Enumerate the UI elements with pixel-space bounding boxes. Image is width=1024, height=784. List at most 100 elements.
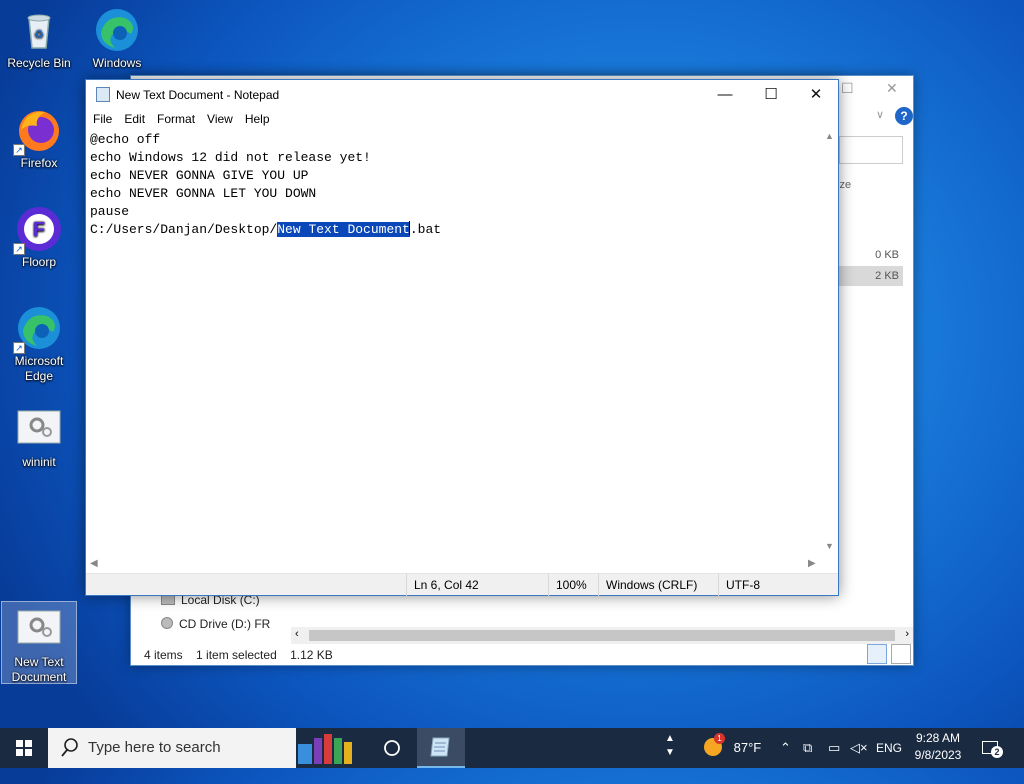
weather-sun-icon: 1 xyxy=(704,733,725,756)
details-view-icon[interactable] xyxy=(867,644,887,664)
menu-help[interactable]: Help xyxy=(238,109,275,129)
window-title: New Text Document - Notepad xyxy=(116,88,280,102)
desktop-icon-label: New Text Document xyxy=(11,655,67,684)
gear-file-icon xyxy=(15,405,63,453)
minimize-button[interactable]: — xyxy=(702,80,748,109)
search-icon xyxy=(61,738,78,757)
notepad-status-bar: Ln 6, Col 42 100% Windows (CRLF) UTF-8 xyxy=(86,573,838,596)
language-indicator[interactable]: ENG xyxy=(876,728,902,768)
item-count: 4 items xyxy=(144,648,183,662)
maximize-icon: ☐ xyxy=(764,86,778,103)
desktop-icon-label: Microsoft Edge xyxy=(14,354,64,383)
editor-line: echo NEVER GONNA GIVE YOU UP xyxy=(90,168,309,183)
encoding: UTF-8 xyxy=(718,574,836,596)
path-prefix: C:/Users/Danjan/Desktop/ xyxy=(90,222,278,237)
task-view-button[interactable] xyxy=(368,728,416,768)
menu-file[interactable]: File xyxy=(86,109,117,129)
scroll-left-icon[interactable]: ‹ xyxy=(295,628,299,640)
text-editor[interactable]: @echo off echo Windows 12 did not release… xyxy=(86,129,822,557)
file-size: 0 KB xyxy=(875,249,899,261)
editor-line: pause xyxy=(90,204,130,219)
chevron-up-icon: ⌃ xyxy=(780,740,791,755)
task-view-icon xyxy=(384,740,400,756)
selection-size: 1.12 KB xyxy=(290,648,333,662)
minimize-icon: — xyxy=(717,86,733,103)
editor-line: echo NEVER GONNA LET YOU DOWN xyxy=(90,186,317,201)
volume-button[interactable]: ◁× xyxy=(850,728,868,768)
menu-edit[interactable]: Edit xyxy=(117,109,150,129)
desktop-icon-windows[interactable]: Windows xyxy=(79,6,155,71)
meet-now-button[interactable]: ▭ xyxy=(828,728,840,768)
recycle-bin-icon: ♻ xyxy=(15,6,63,54)
desktop-icon-label: wininit xyxy=(22,455,56,469)
chevron-down-icon[interactable]: ∨ xyxy=(876,108,884,121)
edge-icon: ↗ xyxy=(13,304,63,354)
desktop-icon-recycle-bin[interactable]: ♻ Recycle Bin xyxy=(1,6,77,71)
scrollbar-thumb[interactable] xyxy=(309,630,895,641)
shortcut-arrow-icon: ↗ xyxy=(13,144,25,156)
desktop-icon-floorp[interactable]: F ↗ Floorp xyxy=(1,205,77,270)
close-button[interactable]: ✕ xyxy=(793,80,839,109)
scroll-down-icon[interactable]: ▼ xyxy=(825,541,834,551)
weather-widget[interactable]: 1 87°F xyxy=(704,728,774,768)
search-highlight-books-icon xyxy=(298,734,352,764)
maximize-icon[interactable]: ☐ xyxy=(841,80,854,97)
notification-count: 2 xyxy=(991,746,1003,758)
taskbar-notepad[interactable] xyxy=(417,728,465,768)
nav-item-label: CD Drive (D:) FR xyxy=(179,617,271,631)
windows-logo-icon xyxy=(16,740,32,756)
menu-view[interactable]: View xyxy=(200,109,238,129)
svg-text:F: F xyxy=(33,219,45,241)
desktop-icon-microsoft-edge[interactable]: ↗ Microsoft Edge xyxy=(1,304,77,384)
explorer-status-bar: 4 items 1 item selected 1.12 KB xyxy=(131,644,913,666)
clock-time: 9:28 AM xyxy=(915,731,961,745)
network-icon: ⧉ xyxy=(803,740,813,755)
close-icon: ✕ xyxy=(809,86,823,103)
desktop-icon-label: Recycle Bin xyxy=(7,56,71,70)
search-box[interactable]: Type here to search xyxy=(48,728,352,768)
menu-format[interactable]: Format xyxy=(150,109,200,129)
desktop-icon-label: Floorp xyxy=(21,255,56,269)
clock-date: 9/8/2023 xyxy=(914,748,962,762)
start-button[interactable] xyxy=(0,728,48,768)
chevron-up-icon: ▲ xyxy=(665,733,675,744)
editor-line: C:/Users/Danjan/Desktop/New Text Documen… xyxy=(90,221,818,239)
notepad-window[interactable]: New Text Document - Notepad — ☐ ✕ File Ed… xyxy=(85,79,839,596)
edge-icon xyxy=(93,6,141,54)
path-extension: .bat xyxy=(409,222,442,237)
selected-text[interactable]: New Text Document xyxy=(277,222,410,237)
clock[interactable]: 9:28 AM 9/8/2023 xyxy=(906,730,970,764)
desktop-icon-firefox[interactable]: ↗ Firefox xyxy=(1,106,77,171)
selection-count: 1 item selected xyxy=(196,648,277,662)
scroll-up-icon[interactable]: ▲ xyxy=(825,131,834,141)
desktop-icon-new-text-document[interactable]: New Text Document xyxy=(1,601,77,684)
help-icon[interactable]: ? xyxy=(895,107,913,125)
taskbar: Type here to search ▲ ▼ 1 87°F ⌃ ⧉ ▭ ◁× E… xyxy=(0,728,1024,768)
vertical-scrollbar[interactable]: ▲ ▼ xyxy=(822,129,838,557)
gear-file-icon xyxy=(15,605,63,653)
scroll-right-icon[interactable]: › xyxy=(905,628,909,640)
nav-item-cd-drive[interactable]: CD Drive (D:) FR xyxy=(161,617,270,631)
horizontal-scrollbar[interactable]: ‹ › xyxy=(291,627,913,644)
editor-line: @echo off xyxy=(90,132,161,147)
horizontal-scrollbar[interactable]: ◀ ▶ xyxy=(86,557,838,573)
close-icon[interactable]: ✕ xyxy=(886,80,898,97)
scroll-left-icon[interactable]: ◀ xyxy=(90,558,98,569)
scroll-right-icon[interactable]: ▶ xyxy=(808,558,816,569)
column-header-size[interactable]: ize xyxy=(837,179,851,191)
network-button[interactable]: ⧉ xyxy=(803,728,812,768)
desktop-icon-wininit[interactable]: wininit xyxy=(1,405,77,470)
volume-muted-icon: ◁× xyxy=(850,740,868,755)
maximize-button[interactable]: ☐ xyxy=(748,80,794,109)
file-size: 2 KB xyxy=(839,266,903,286)
large-icons-view-icon[interactable] xyxy=(891,644,911,664)
notification-icon: 2 xyxy=(982,741,1003,758)
show-hidden-icons-button[interactable]: ⌃ xyxy=(780,728,791,768)
notification-center-button[interactable]: 2 xyxy=(982,728,1006,768)
meet-now-icon: ▭ xyxy=(828,740,841,755)
taskbar-scroll[interactable]: ▲ ▼ xyxy=(660,728,680,768)
editor-line: echo Windows 12 did not release yet! xyxy=(90,150,371,165)
title-bar[interactable]: New Text Document - Notepad — ☐ ✕ xyxy=(86,80,838,109)
search-input[interactable] xyxy=(839,136,903,164)
line-ending: Windows (CRLF) xyxy=(598,574,718,596)
